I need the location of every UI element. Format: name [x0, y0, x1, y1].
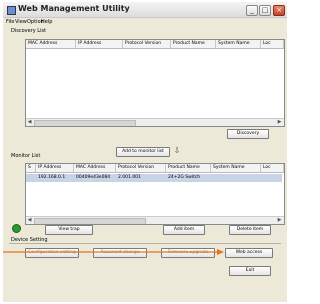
app-window: Web Management Utility _ □ × File View O…: [3, 2, 287, 302]
column-header[interactable]: Protocol Version: [116, 164, 166, 172]
title-bar: Web Management Utility _ □ ×: [3, 2, 287, 18]
column-header[interactable]: IP Address: [76, 40, 123, 48]
protocol-version-cell: 2.001.001: [118, 175, 141, 180]
column-header[interactable]: MAC Address: [74, 164, 116, 172]
ip-address-cell: 192.168.0.1: [38, 175, 66, 180]
monitor-horizontal-scrollbar[interactable]: ◀ ▶: [26, 216, 284, 224]
status-indicator-icon: [12, 224, 21, 233]
device-setting-divider: [9, 243, 281, 244]
scroll-right-icon[interactable]: ▶: [276, 217, 283, 224]
delete-item-button[interactable]: Delete item: [229, 225, 271, 235]
column-header[interactable]: S: [26, 164, 36, 172]
menu-file[interactable]: File: [6, 19, 14, 25]
column-header[interactable]: Loc: [261, 40, 284, 48]
column-header[interactable]: System Name: [216, 40, 261, 48]
column-header[interactable]: System Name: [211, 164, 261, 172]
discovery-list[interactable]: MAC Address IP Address Protocol Version …: [25, 39, 285, 127]
menu-view[interactable]: View: [15, 19, 27, 25]
monitor-list-label: Monitor List: [11, 153, 41, 159]
maximize-button[interactable]: □: [259, 5, 271, 16]
column-header[interactable]: Product Name: [166, 164, 211, 172]
scroll-left-icon[interactable]: ◀: [26, 217, 33, 224]
discovery-list-header: MAC Address IP Address Protocol Version …: [26, 40, 284, 49]
arrow-down-icon: ⇩: [173, 146, 181, 155]
minimize-button[interactable]: _: [246, 5, 258, 16]
menu-bar: File View Option Help: [3, 18, 287, 26]
scroll-thumb[interactable]: [34, 218, 146, 224]
discovery-button[interactable]: Discovery: [227, 129, 269, 139]
column-header[interactable]: IP Address: [36, 164, 74, 172]
column-header[interactable]: MAC Address: [26, 40, 76, 48]
window-title: Web Management Utility: [18, 4, 130, 13]
add-item-button[interactable]: Add item: [163, 225, 205, 235]
column-header[interactable]: Protocol Version: [123, 40, 171, 48]
table-row[interactable]: 192.168.0.1 00409e43e084 2.001.001 24+2G…: [26, 174, 282, 182]
exit-button[interactable]: Exit: [229, 266, 271, 276]
scroll-thumb[interactable]: [34, 120, 136, 126]
add-to-monitor-list-button[interactable]: Add to monitor list: [116, 147, 170, 157]
web-access-button[interactable]: Web access: [225, 248, 273, 258]
app-icon: [7, 6, 16, 15]
view-trap-button[interactable]: View trap: [45, 225, 93, 235]
discovery-horizontal-scrollbar[interactable]: ◀ ▶: [26, 118, 284, 126]
close-button[interactable]: ×: [273, 5, 285, 16]
monitor-list[interactable]: S IP Address MAC Address Protocol Versio…: [25, 163, 285, 225]
product-name-cell: 24+2G Switch: [168, 175, 201, 180]
annotation-arrow-icon: [3, 249, 224, 255]
mac-address-cell: 00409e43e084: [76, 175, 111, 180]
menu-help[interactable]: Help: [41, 19, 52, 25]
column-header[interactable]: Loc: [261, 164, 284, 172]
monitor-list-header: S IP Address MAC Address Protocol Versio…: [26, 164, 284, 173]
scroll-right-icon[interactable]: ▶: [276, 119, 283, 126]
discovery-list-label: Discovery List: [11, 28, 47, 34]
column-header[interactable]: Product Name: [171, 40, 216, 48]
scroll-left-icon[interactable]: ◀: [26, 119, 33, 126]
